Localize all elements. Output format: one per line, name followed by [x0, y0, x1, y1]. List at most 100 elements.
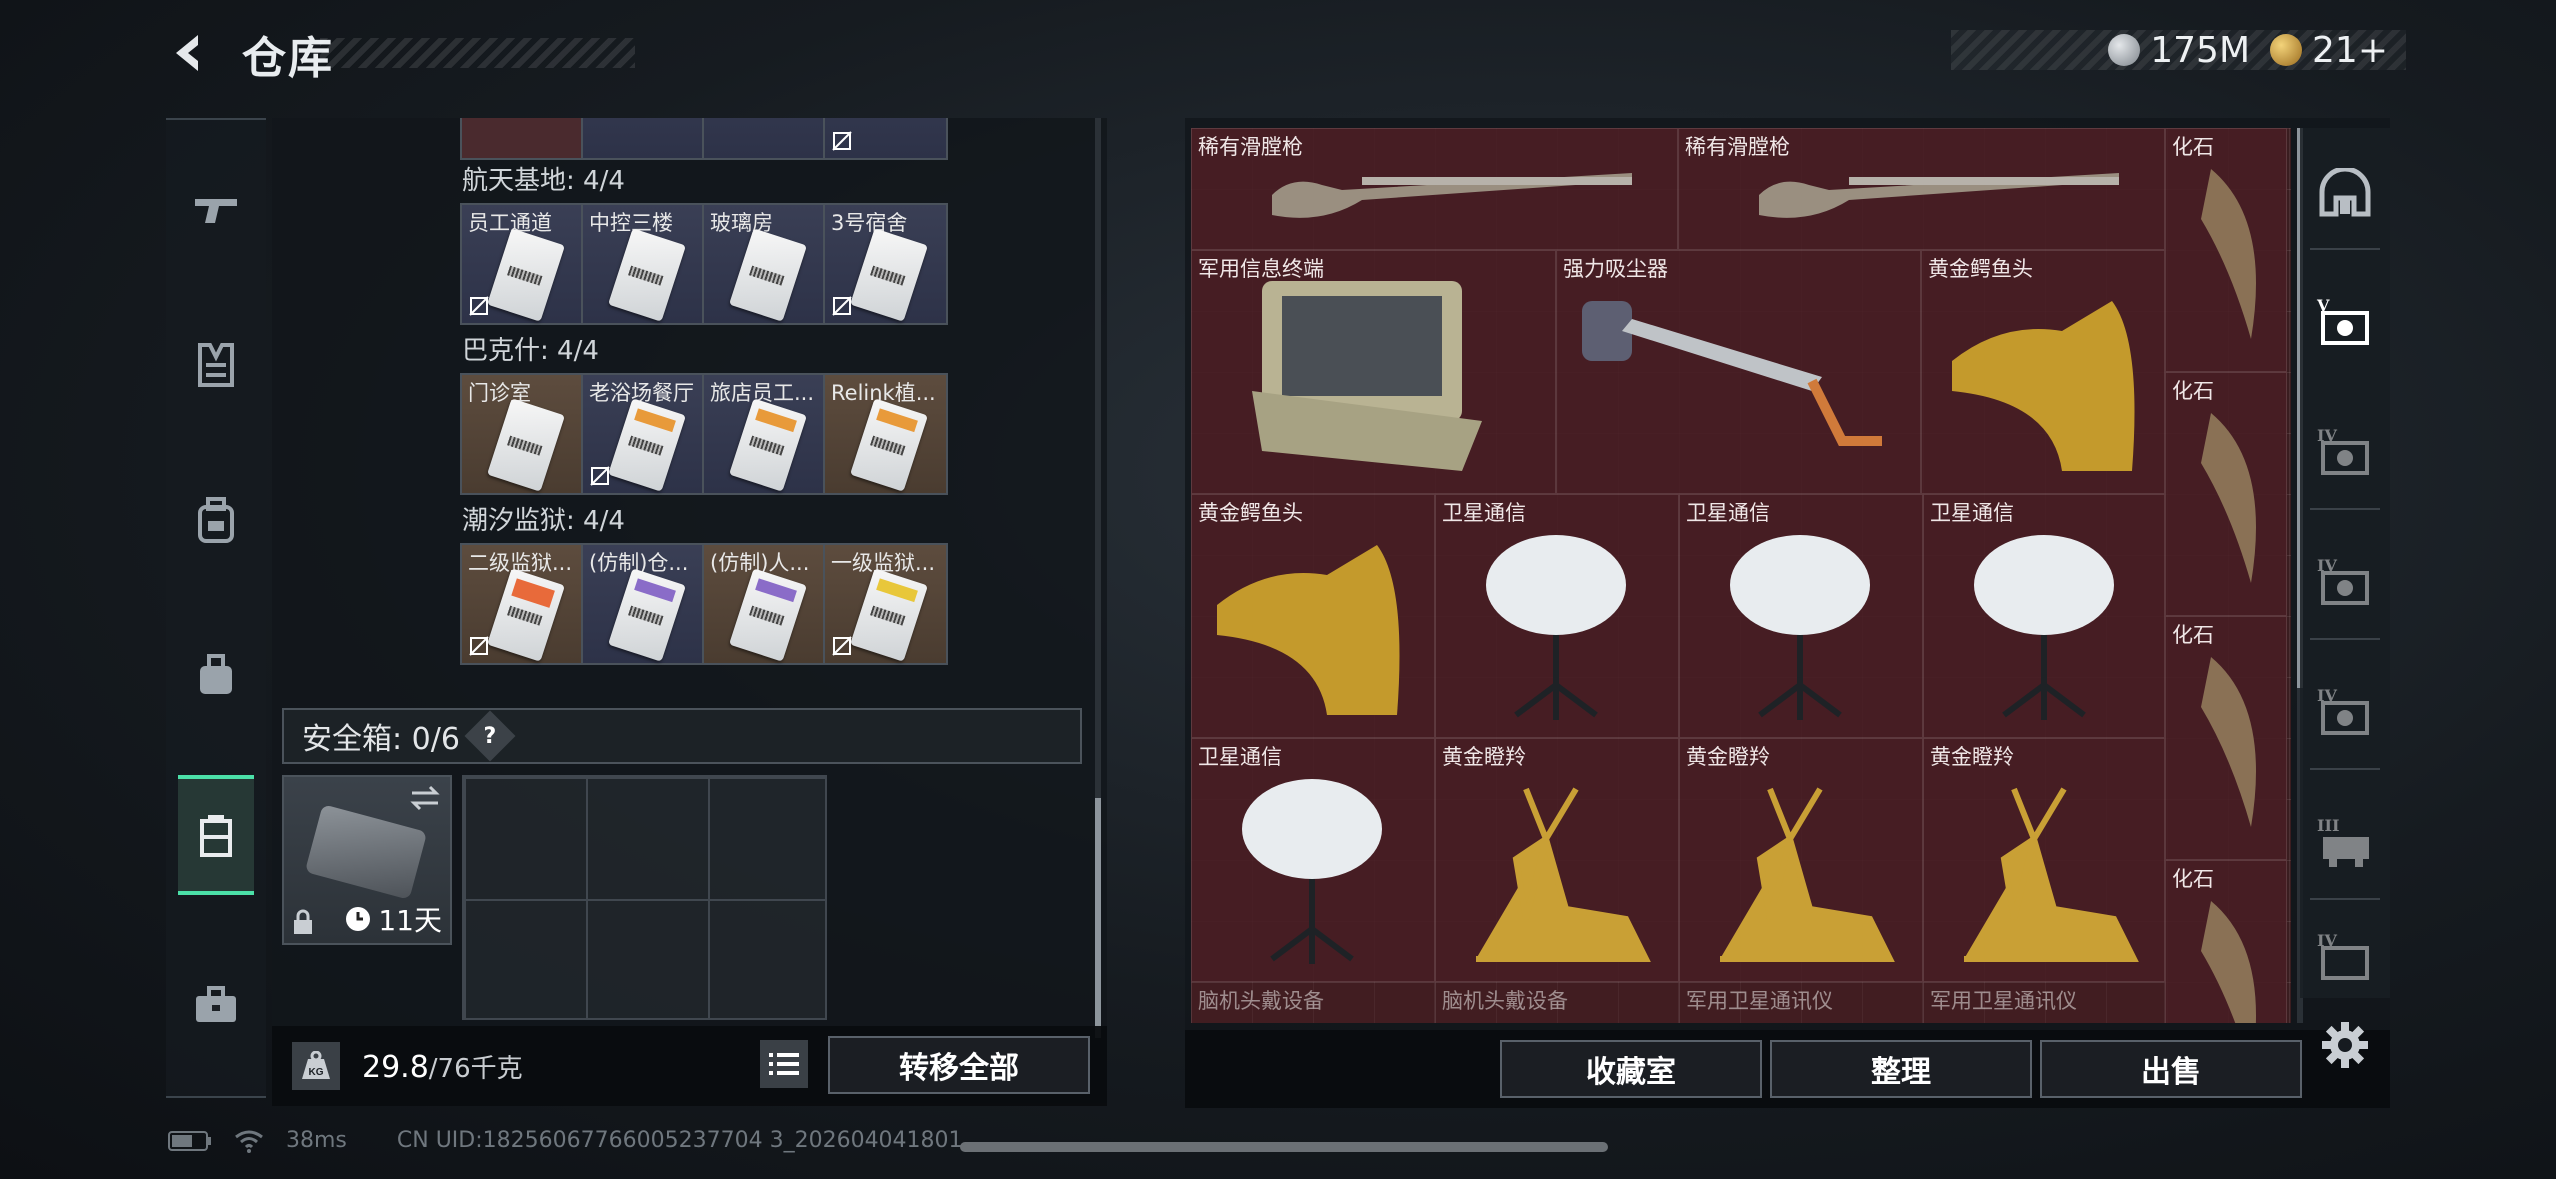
item-tile[interactable]: 黄金瞪羚: [1923, 738, 2165, 982]
currency-silver[interactable]: 175M: [2108, 30, 2250, 71]
sort-button[interactable]: 整理: [1770, 1040, 2032, 1098]
key-card-item[interactable]: Relink植...: [825, 375, 946, 493]
all-items-icon: [2319, 168, 2371, 217]
transfer-all-button[interactable]: 转移全部: [828, 1036, 1090, 1094]
item-tile[interactable]: 黄金鳄鱼头: [1191, 494, 1435, 738]
keycard-icon: [729, 568, 807, 662]
nav-safe-case[interactable]: [178, 775, 254, 895]
item-tile[interactable]: 卫星通信: [1679, 494, 1923, 738]
keycard-icon: [608, 398, 686, 492]
key-slot[interactable]: [583, 118, 704, 158]
item-tile[interactable]: 强力吸尘器: [1556, 250, 1921, 494]
safe-box-slot[interactable]: 11天: [282, 775, 452, 945]
item-tile[interactable]: 卫星通信: [1923, 494, 2165, 738]
category-tier-iii[interactable]: III: [2310, 808, 2380, 878]
home-indicator[interactable]: [960, 1142, 1608, 1152]
help-button[interactable]: ?: [464, 710, 516, 762]
svg-text:III: III: [2317, 816, 2339, 835]
ping-value: 38ms: [286, 1128, 347, 1153]
tier-iv-gear-icon: IV: [2317, 426, 2369, 475]
category-tier-iv[interactable]: IV: [2310, 678, 2380, 748]
key-card-item[interactable]: 玻璃房: [704, 205, 825, 323]
item-label: 黄金鳄鱼头: [1198, 501, 1303, 525]
currency-bar: 175M 21+: [1951, 30, 2406, 71]
nav-backpack[interactable]: [178, 460, 254, 580]
golden-crocodile-head-icon: [1217, 545, 1400, 715]
collection-room-button[interactable]: 收藏室: [1500, 1040, 1762, 1098]
category-all[interactable]: [2310, 158, 2380, 228]
item-tile[interactable]: 脑机头戴设备: [1435, 982, 1679, 1023]
item-tile[interactable]: 化石: [2165, 860, 2287, 1023]
category-tier-iv[interactable]: IV: [2310, 548, 2380, 618]
fossil-claw-icon: [2201, 657, 2256, 827]
key-card-item[interactable]: 老浴场餐厅: [583, 375, 704, 493]
category-tier-iv[interactable]: IV: [2310, 418, 2380, 488]
title-decoration: [320, 38, 635, 68]
item-tile[interactable]: 卫星通信: [1191, 738, 1435, 982]
backpack-icon: [198, 497, 234, 543]
warehouse-grid[interactable]: 稀有滑膛枪 稀有滑膛枪 化石 军用信息终端 强力吸尘器 黄金鳄鱼头 化石 黄金鳄…: [1191, 128, 2291, 1023]
key-card-item[interactable]: (仿制)人...: [704, 545, 825, 663]
key-row: 二级监狱... (仿制)仓... (仿制)人... 一级监狱...: [460, 543, 948, 665]
left-scrollbar[interactable]: [1095, 118, 1101, 1038]
lock-icon: [294, 909, 312, 934]
item-tile[interactable]: 军用卫星通讯仪: [1923, 982, 2165, 1023]
safe-case-icon: [200, 815, 232, 857]
item-tile[interactable]: 军用卫星通讯仪: [1679, 982, 1923, 1023]
swap-icon: [410, 785, 440, 811]
warehouse-panel: 稀有滑膛枪 稀有滑膛枪 化石 军用信息终端 强力吸尘器 黄金鳄鱼头 化石 黄金鳄…: [1185, 118, 2390, 1108]
divider: [2310, 248, 2380, 250]
safe-box-grid[interactable]: [462, 775, 827, 1020]
keycard-icon: [487, 398, 565, 492]
category-tier-iv[interactable]: IV: [2310, 928, 2380, 988]
golden-crocodile-head-icon: [1952, 301, 2135, 471]
unbound-icon: [832, 636, 852, 656]
item-tile[interactable]: 黄金鳄鱼头: [1921, 250, 2165, 494]
key-slot[interactable]: [462, 118, 583, 158]
key-list[interactable]: 航天基地: 4/4 员工通道 中控三楼 玻璃房 3号宿舍 巴克什: 4/4 门诊…: [272, 118, 1092, 693]
briefcase-icon: [196, 986, 236, 1022]
golden-gazelle-icon: [1720, 787, 1895, 962]
tier-iii-gear-icon: III: [2317, 816, 2369, 867]
key-card-item[interactable]: 3号宿舍: [825, 205, 946, 323]
list-view-button[interactable]: [760, 1040, 808, 1088]
key-card-item[interactable]: 门诊室: [462, 375, 583, 493]
item-tile[interactable]: 黄金瞪羚: [1435, 738, 1679, 982]
item-label: 卫星通信: [1442, 501, 1526, 525]
musket-icon: [1759, 173, 2119, 218]
nav-bag[interactable]: [178, 615, 254, 735]
safe-expiry: 11天: [344, 899, 442, 939]
settings-button[interactable]: [2318, 1018, 2372, 1072]
category-tier-v[interactable]: V: [2310, 288, 2380, 358]
currency-gold[interactable]: 21+: [2270, 30, 2388, 71]
item-label: 脑机头戴设备: [1198, 989, 1324, 1013]
item-tile[interactable]: 化石: [2165, 372, 2287, 616]
safe-box-label: 安全箱: 0/6: [302, 722, 460, 757]
system-status-bar: 38ms CN UID:18256067766005237704 3_20260…: [168, 1128, 963, 1153]
item-label: 黄金瞪羚: [1930, 745, 2014, 769]
item-tile[interactable]: 卫星通信: [1435, 494, 1679, 738]
nav-weapons[interactable]: [178, 150, 254, 270]
item-tile[interactable]: 化石: [2165, 128, 2287, 372]
nav-armor[interactable]: [178, 305, 254, 425]
key-card-item[interactable]: 旅店员工...: [704, 375, 825, 493]
sell-button[interactable]: 出售: [2040, 1040, 2302, 1098]
svg-text:KG: KG: [309, 1067, 324, 1078]
key-card-item[interactable]: 二级监狱...: [462, 545, 583, 663]
item-tile[interactable]: 化石: [2165, 616, 2287, 860]
key-card-item[interactable]: 中控三楼: [583, 205, 704, 323]
key-card-item[interactable]: 一级监狱...: [825, 545, 946, 663]
item-tile[interactable]: 稀有滑膛枪: [1191, 128, 1678, 250]
key-card-item[interactable]: 员工通道: [462, 205, 583, 323]
item-tile[interactable]: 黄金瞪羚: [1679, 738, 1923, 982]
key-slot[interactable]: [825, 118, 946, 158]
nav-briefcase[interactable]: [178, 945, 254, 1065]
back-button[interactable]: [165, 28, 215, 78]
item-tile[interactable]: 稀有滑膛枪: [1678, 128, 2165, 250]
tier-iv-gear-icon: IV: [2317, 686, 2369, 735]
key-card-item[interactable]: (仿制)仓...: [583, 545, 704, 663]
item-tile[interactable]: 军用信息终端: [1191, 250, 1556, 494]
item-tile[interactable]: 脑机头戴设备: [1191, 982, 1435, 1023]
vest-icon: [198, 343, 234, 387]
key-slot[interactable]: [704, 118, 825, 158]
